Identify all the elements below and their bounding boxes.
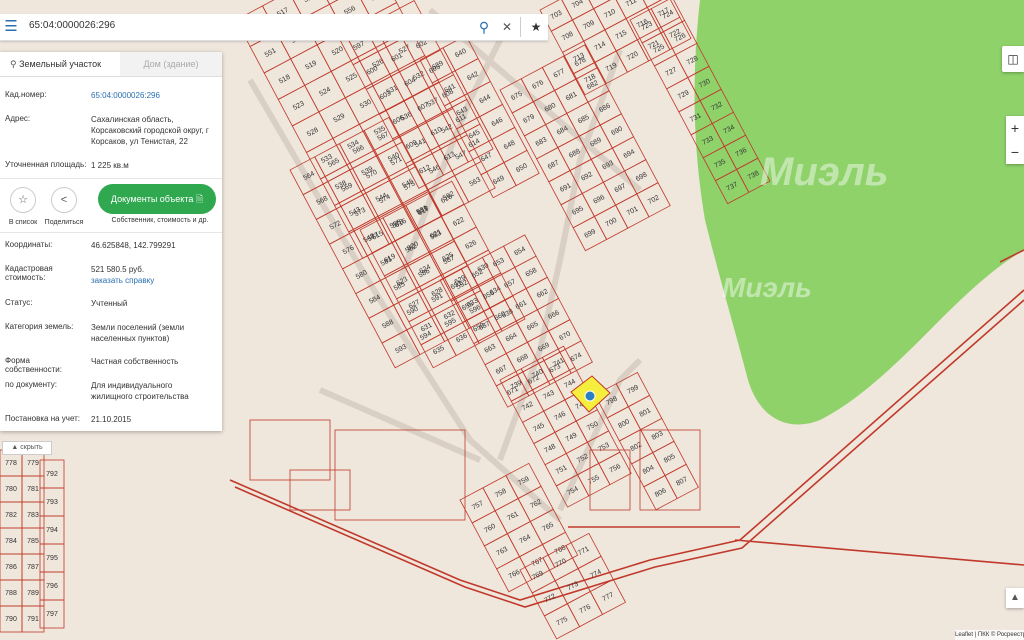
registered-label: Постановка на учет: bbox=[5, 414, 81, 423]
parcel-label: 793 bbox=[46, 499, 58, 506]
coords-label: Координаты: bbox=[5, 240, 53, 249]
parcel-label: 789 bbox=[27, 590, 39, 597]
coords-value: 46.625848, 142.799291 bbox=[91, 241, 176, 250]
parcel-label: 785 bbox=[27, 538, 39, 545]
share-icon: < bbox=[51, 187, 77, 213]
ownership-value: Частная собственность bbox=[91, 357, 179, 366]
parcel-label: 778 bbox=[5, 460, 17, 467]
order-certificate-link[interactable]: заказать справку bbox=[91, 275, 215, 286]
tab-house-label: Дом (здание) bbox=[143, 59, 199, 69]
tab-house[interactable]: Дом (здание) bbox=[120, 52, 222, 76]
info-panel: ⚲ Земельный участок Дом (здание) Кад.ном… bbox=[0, 52, 222, 431]
share-action[interactable]: < Поделиться bbox=[44, 187, 84, 226]
close-icon[interactable]: ✕ bbox=[498, 17, 516, 37]
parcel-label: 797 bbox=[46, 611, 58, 618]
documents-subtitle: Собственник, стоимость и др. bbox=[111, 217, 209, 224]
parcel-label: 782 bbox=[5, 512, 17, 519]
parcel-label: 796 bbox=[46, 583, 58, 590]
purpose-label: по документу: bbox=[5, 380, 57, 389]
registered-value: 21.10.2015 bbox=[91, 415, 132, 424]
parcel-label: 783 bbox=[27, 512, 39, 519]
location-marker-icon[interactable] bbox=[584, 390, 596, 402]
favorite-label: В список bbox=[8, 219, 38, 226]
search-icon[interactable]: ⚲ bbox=[475, 17, 493, 37]
parcel-label: 781 bbox=[27, 486, 39, 493]
favorite-action[interactable]: ☆ В список bbox=[6, 187, 40, 226]
ownership-label: Форма собственности: bbox=[5, 356, 62, 374]
address-label: Адрес: bbox=[5, 114, 31, 123]
watermark: Миэль bbox=[760, 150, 889, 194]
cost-value-wrap: 521 580.5 руб. заказать справку bbox=[91, 264, 215, 286]
search-bar: ☰ 65:04:0000026:296 ⚲ ✕ ★ bbox=[0, 14, 548, 41]
star-icon: ☆ bbox=[10, 187, 36, 213]
hide-panel-label: скрыть bbox=[20, 444, 43, 451]
parcel-label: 780 bbox=[5, 486, 17, 493]
cost-value: 521 580.5 руб. bbox=[91, 265, 145, 274]
parcel-label: 795 bbox=[46, 555, 58, 562]
zoom-control: + − bbox=[1006, 116, 1024, 164]
parcel-label: 791 bbox=[27, 616, 39, 623]
cadnum-value[interactable]: 65:04:0000026:296 bbox=[91, 90, 215, 101]
parcel-label: 788 bbox=[5, 590, 17, 597]
tab-parcel[interactable]: ⚲ Земельный участок bbox=[0, 52, 120, 76]
tab-parcel-label: Земельный участок bbox=[19, 59, 102, 69]
pin-icon: ⚲ bbox=[10, 59, 17, 69]
category-value: Земли поселений (земли населенных пункто… bbox=[91, 323, 185, 343]
cost-label: Кадастровая стоимость: bbox=[5, 264, 53, 282]
menu-icon[interactable]: ☰ bbox=[2, 18, 20, 36]
divider bbox=[0, 232, 222, 233]
status-label: Статус: bbox=[5, 298, 33, 307]
category-label: Категория земель: bbox=[5, 322, 74, 331]
layers-icon[interactable]: ◫ bbox=[1002, 46, 1024, 72]
zoom-out-button[interactable]: − bbox=[1006, 140, 1024, 164]
attribution: Leaflet | ПКК © Росреестр bbox=[955, 630, 1024, 640]
hide-panel-button[interactable]: ▲ скрыть bbox=[2, 441, 52, 455]
map-control-button[interactable]: ▲ bbox=[1006, 588, 1024, 608]
parcel-label: 779 bbox=[27, 460, 39, 467]
document-icon: 🗎 bbox=[195, 194, 204, 204]
cadnum-label: Кад.номер: bbox=[5, 90, 47, 99]
watermark-2: Миэль bbox=[722, 272, 812, 303]
parcel-label: 792 bbox=[46, 471, 58, 478]
parcel-label: 787 bbox=[27, 564, 39, 571]
documents-button[interactable]: Документы объекта 🗎 bbox=[98, 184, 216, 214]
search-input[interactable]: 65:04:0000026:296 bbox=[29, 20, 115, 31]
parcel-label: 794 bbox=[46, 527, 58, 534]
purpose-value: Для индивидуального жилищного строительс… bbox=[91, 381, 189, 401]
parcel-label: 786 bbox=[5, 564, 17, 571]
zoom-in-button[interactable]: + bbox=[1006, 116, 1024, 140]
status-value: Учтенный bbox=[91, 299, 128, 308]
area-label: Уточненная площадь: bbox=[5, 160, 87, 169]
parcel-label: 790 bbox=[5, 616, 17, 623]
area-value: 1 225 кв.м bbox=[91, 161, 129, 170]
share-label: Поделиться bbox=[44, 219, 84, 226]
address-value: Сахалинская область, Корсаковский городс… bbox=[91, 115, 209, 146]
tab-bar: ⚲ Земельный участок Дом (здание) bbox=[0, 52, 222, 77]
divider bbox=[520, 17, 521, 37]
parcel-label: 784 bbox=[5, 538, 17, 545]
divider bbox=[0, 178, 222, 179]
documents-button-label: Документы объекта bbox=[110, 194, 194, 204]
star-icon[interactable]: ★ bbox=[527, 17, 545, 37]
